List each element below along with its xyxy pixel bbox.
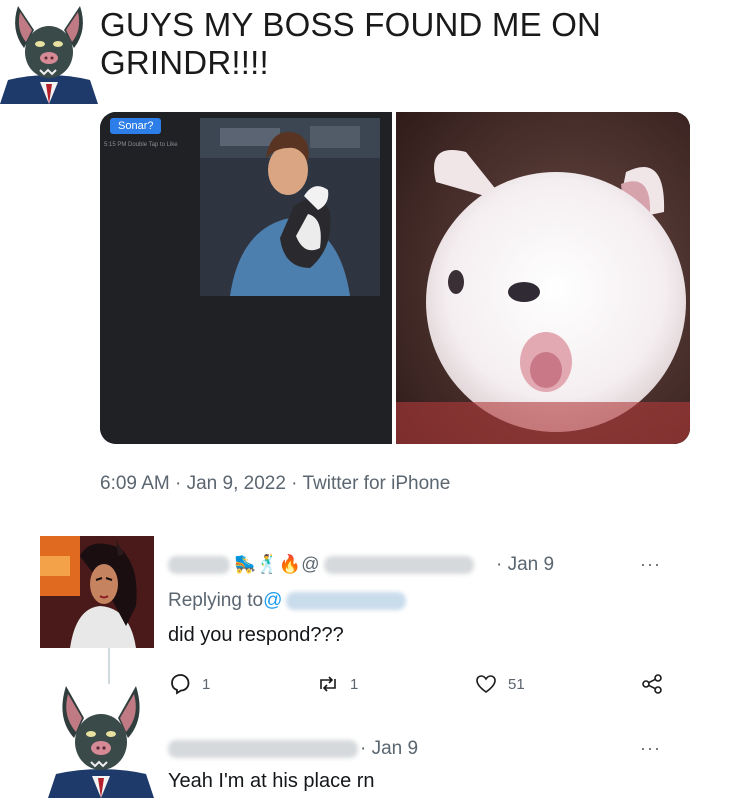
replying-handle[interactable]: @ (263, 590, 282, 612)
like-count: 51 (508, 675, 525, 693)
reply-2-display-name (168, 740, 358, 758)
avatar-reply-1[interactable] (40, 536, 154, 648)
reply-count: 1 (202, 675, 211, 693)
media-image-kitten[interactable] (396, 112, 690, 444)
like-icon (476, 675, 496, 693)
reply-1-emojis: 🛼🕺🔥@ (234, 554, 320, 574)
reply-2-text: Yeah I'm at his place rn (168, 770, 375, 792)
reply-1-text: did you respond??? (168, 624, 344, 646)
chat-bubble: Sonar? (110, 118, 162, 134)
chat-meta: 5:15 PM Double Tap to Like (104, 142, 178, 148)
replying-to: Replying to @ (168, 590, 407, 612)
more-icon[interactable]: ··· (640, 554, 661, 575)
replying-prefix: Replying to (168, 590, 264, 611)
reply-button[interactable]: 1 (168, 672, 210, 696)
replying-handle-blurred (286, 592, 407, 610)
avatar-bat[interactable] (0, 0, 98, 104)
more-icon[interactable]: ··· (640, 738, 661, 759)
avatar-bat-reply[interactable] (48, 684, 154, 798)
reply-1-handle (323, 555, 474, 574)
tweet-media[interactable]: Sonar? 5:15 PM Double Tap to Like (100, 112, 690, 444)
share-button[interactable] (640, 672, 664, 696)
retweet-icon (320, 676, 336, 692)
reply-1-name[interactable]: 🛼🕺🔥@ (168, 554, 474, 575)
media-image-grindr-chat[interactable]: Sonar? 5:15 PM Double Tap to Like (100, 112, 392, 444)
tweet-text: GUYS MY BOSS FOUND ME ON GRINDR!!!! (100, 6, 602, 81)
share-icon (642, 674, 662, 694)
reply-1-display-name (168, 555, 230, 574)
retweet-button[interactable]: 1 (316, 672, 358, 696)
reply-2-date[interactable]: · Jan 9 (360, 738, 418, 760)
tweet-meta: 6:09 AM · Jan 9, 2022 · Twitter for iPho… (100, 473, 451, 494)
thread-line (108, 648, 110, 686)
reply-1-date[interactable]: · Jan 9 (496, 554, 554, 576)
reply-icon (171, 674, 190, 695)
chat-photo (200, 118, 380, 296)
retweet-count: 1 (350, 675, 359, 693)
reply-2-name[interactable] (168, 740, 358, 763)
like-button[interactable]: 51 (474, 672, 525, 696)
